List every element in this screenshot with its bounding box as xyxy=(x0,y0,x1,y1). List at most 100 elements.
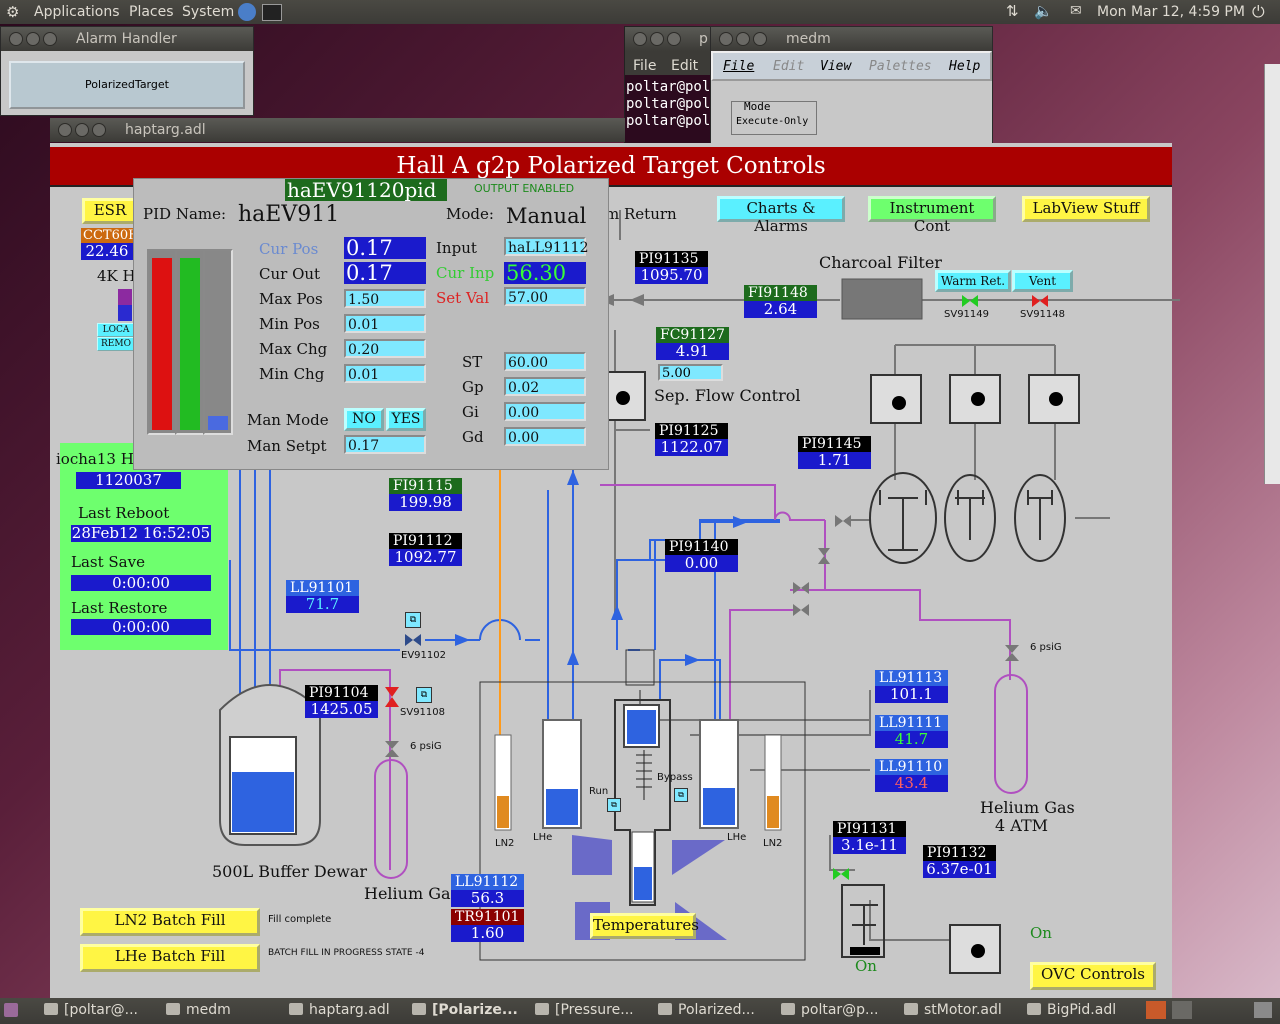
temperatures-button[interactable]: Temperatures xyxy=(590,913,699,939)
task-item[interactable]: haptarg.adl xyxy=(289,1002,390,1020)
lhe-left-fill xyxy=(546,789,578,825)
task-item[interactable]: Polarized... xyxy=(658,1002,755,1020)
output-bar-red xyxy=(147,249,177,435)
ln2-right-label: LN2 xyxy=(763,838,783,849)
instrument-cont-button[interactable]: Instrument Cont xyxy=(868,196,996,235)
gd-input[interactable]: 0.00 xyxy=(504,427,586,446)
man-mode-label: Man Mode xyxy=(247,411,329,429)
set-val-input[interactable]: 57.00 xyxy=(504,287,586,306)
set-val-label: Set Val xyxy=(436,289,490,307)
pi91145-value: 1.71 xyxy=(798,452,871,469)
pi91125-label: PI91125 xyxy=(655,423,728,439)
task-label: stMotor.adl xyxy=(924,1002,1002,1018)
task-item[interactable]: BigPid.adl xyxy=(1027,1002,1116,1020)
show-desktop-icon[interactable] xyxy=(4,1003,18,1017)
lhe-batch-fill-button[interactable]: LHe Batch Fill xyxy=(80,944,260,972)
remote-button[interactable]: REMO xyxy=(97,337,135,351)
task-item[interactable]: [poltar@... xyxy=(44,1002,138,1020)
task-item[interactable]: stMotor.adl xyxy=(904,1002,1002,1020)
pi91131-label: PI91131 xyxy=(833,821,906,837)
fc91127-setpoint-input[interactable]: 5.00 xyxy=(658,364,723,381)
sv91108-control-icon[interactable]: ⧉ xyxy=(416,687,432,703)
task-item-active[interactable]: [Polarize... xyxy=(412,1002,518,1020)
cur-out-value: 0.17 xyxy=(344,262,426,284)
ll91111-label: LL91111 xyxy=(875,715,948,731)
local-button[interactable]: LOCA xyxy=(97,323,135,337)
tr91101-value: 1.60 xyxy=(451,925,524,942)
fridge-pot-fill xyxy=(627,710,656,744)
fi91148-value: 2.64 xyxy=(744,301,817,318)
ovc-controls-button[interactable]: OVC Controls xyxy=(1030,962,1156,990)
gp-input[interactable]: 0.02 xyxy=(504,377,586,396)
mode-label: Mode: xyxy=(446,205,494,223)
task-item[interactable]: [Pressure... xyxy=(535,1002,634,1020)
max-pos-input[interactable]: 1.50 xyxy=(344,289,426,308)
pi91131-value: 3.1e-11 xyxy=(833,837,906,854)
last-save-label: Last Save xyxy=(71,553,145,571)
pi91104-value: 1425.05 xyxy=(305,701,378,718)
pid-control-panel: haEV91120pid OUTPUT ENABLED PID Name: ha… xyxy=(133,178,609,470)
max-chg-input[interactable]: 0.20 xyxy=(344,339,426,358)
gi-input[interactable]: 0.00 xyxy=(504,402,586,421)
charcoal-filter-label: Charcoal Filter xyxy=(819,253,942,272)
pi91132-value: 6.37e-01 xyxy=(923,861,996,878)
pi91112-label: PI91112 xyxy=(389,533,462,549)
pi91112-value: 1092.77 xyxy=(389,549,462,566)
bypass-valve-control-icon[interactable]: ⧉ xyxy=(674,788,688,802)
run-valve-control-icon[interactable]: ⧉ xyxy=(607,798,621,812)
task-label: poltar@p... xyxy=(801,1002,879,1018)
esr-button[interactable]: ESR xyxy=(82,198,138,224)
scrollbar[interactable] xyxy=(1264,64,1280,484)
workspace-switcher-2[interactable] xyxy=(1172,1001,1192,1019)
labview-stuff-button[interactable]: LabView Stuff xyxy=(1022,196,1150,222)
run-label: Run xyxy=(589,786,609,797)
task-item[interactable]: medm xyxy=(166,1002,231,1020)
input-pv-field[interactable]: haLL91112 xyxy=(504,237,589,256)
sv91149-label: SV91149 xyxy=(944,309,989,320)
man-mode-no-button[interactable]: NO xyxy=(344,408,384,431)
vent-button[interactable]: Vent xyxy=(1012,270,1073,292)
pid-name: haEV911 xyxy=(238,202,340,227)
last-restore-value: 0:00:00 xyxy=(71,619,211,636)
pi91132-label: PI91132 xyxy=(923,845,996,861)
ll91110-label: LL91110 xyxy=(875,759,948,775)
ioc-label: iocha13 H xyxy=(56,450,134,468)
cur-inp-value: 56.30 xyxy=(504,262,586,284)
warm-ret-button[interactable]: Warm Ret. xyxy=(935,270,1011,292)
gd-label: Gd xyxy=(462,428,484,446)
gp-label: Gp xyxy=(462,378,484,396)
fc91127-label: FC91127 xyxy=(656,327,729,343)
return-label: m Return xyxy=(605,205,677,223)
trash-icon[interactable] xyxy=(1254,1002,1272,1018)
cur-out-label: Cur Out xyxy=(259,265,321,283)
input-label: Input xyxy=(436,239,477,257)
task-label: [Pressure... xyxy=(555,1002,634,1018)
st-input[interactable]: 60.00 xyxy=(504,352,586,371)
cct-label: CCT60H xyxy=(81,228,135,243)
charts-alarms-button[interactable]: Charts & Alarms xyxy=(717,196,845,235)
workspace-switcher-1[interactable] xyxy=(1146,1001,1166,1019)
pi91140-value: 0.00 xyxy=(665,555,738,572)
pi91140-label: PI91140 xyxy=(665,539,738,555)
pi91135-label: PI91135 xyxy=(635,251,708,267)
man-setpt-input[interactable]: 0.17 xyxy=(344,435,426,454)
ev91102-control-icon[interactable]: ⧉ xyxy=(405,612,421,628)
atm-label: 4 ATM xyxy=(995,816,1048,835)
pi91135-value: 1095.70 xyxy=(635,267,708,284)
man-mode-yes-button[interactable]: YES xyxy=(386,408,426,431)
min-chg-input[interactable]: 0.01 xyxy=(344,364,426,383)
pid-record-name: haEV91120pid xyxy=(285,179,447,201)
ln2-batch-fill-button[interactable]: LN2 Batch Fill xyxy=(80,908,260,936)
bypass-label: Bypass xyxy=(657,772,693,783)
buffer-dewar-label: 500L Buffer Dewar xyxy=(212,862,368,881)
task-label: medm xyxy=(186,1002,231,1018)
ll91113-value: 101.1 xyxy=(875,686,948,703)
mode-value: Manual xyxy=(506,204,587,228)
min-pos-input[interactable]: 0.01 xyxy=(344,314,426,333)
max-pos-label: Max Pos xyxy=(259,290,323,308)
task-item[interactable]: poltar@p... xyxy=(781,1002,878,1020)
lhe-right-fill xyxy=(703,788,735,825)
output-bar-grey xyxy=(203,249,233,435)
task-label: haptarg.adl xyxy=(309,1002,390,1018)
fi91148-label: FI91148 xyxy=(744,285,817,301)
